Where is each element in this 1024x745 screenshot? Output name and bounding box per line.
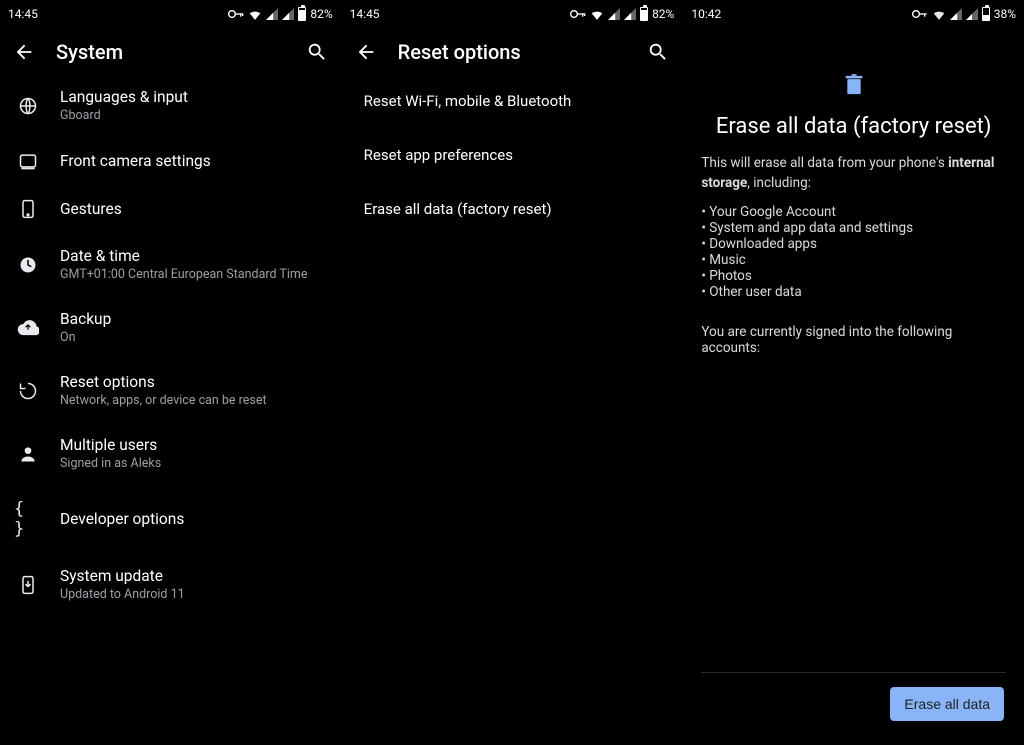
screen-system: 14:45 82% — [0, 0, 342, 745]
signal-icon — [624, 8, 636, 20]
list-item-title: Languages & input — [60, 88, 188, 106]
search-icon[interactable] — [305, 40, 329, 64]
bullet-item: Music — [701, 252, 1006, 268]
list-item-subtitle: Gboard — [60, 108, 188, 123]
list-item-title: Reset Wi-Fi, mobile & Bluetooth — [364, 92, 572, 110]
status-right: 82% — [228, 7, 332, 21]
status-bar: 14:45 82% — [342, 0, 683, 26]
list-item-title: Developer options — [60, 510, 184, 528]
back-icon[interactable] — [12, 40, 36, 64]
status-time: 14:45 — [350, 7, 380, 21]
list-item-title: Gestures — [60, 200, 122, 218]
erase-footer: Erase all data — [701, 672, 1006, 745]
battery-icon — [298, 7, 306, 21]
battery-icon — [640, 7, 648, 21]
camera-icon — [14, 151, 42, 171]
list-item[interactable]: Gestures — [0, 185, 341, 233]
app-bar: System — [0, 26, 341, 74]
list-item-title: Front camera settings — [60, 152, 211, 170]
bullet-item: Photos — [701, 268, 1006, 284]
screen-factory-reset: 10:42 38% — [683, 0, 1024, 745]
screen-reset-options: 14:45 82% — [342, 0, 684, 745]
status-time: 14:45 — [8, 7, 38, 21]
wifi-icon — [248, 8, 262, 20]
page-title: Reset options — [398, 40, 627, 64]
user-icon — [14, 444, 42, 464]
back-icon[interactable] — [354, 40, 378, 64]
list-item[interactable]: Backup On — [0, 296, 341, 359]
cloud-icon — [14, 320, 42, 336]
bullet-item: Your Google Account — [701, 204, 1006, 220]
list-item-subtitle: Signed in as Aleks — [60, 456, 161, 471]
signal-icon — [608, 8, 620, 20]
list-item[interactable]: System update Updated to Android 11 — [0, 553, 341, 616]
list-item-subtitle: On — [60, 330, 111, 345]
erase-intro-suffix: , including: — [747, 175, 811, 191]
list-item-title: System update — [60, 567, 185, 585]
erase-all-data-button[interactable]: Erase all data — [890, 687, 1004, 721]
list-item[interactable]: Reset Wi-Fi, mobile & Bluetooth — [342, 74, 683, 128]
erase-intro: This will erase all data from your phone… — [701, 153, 1006, 194]
signal-icon — [966, 8, 978, 20]
battery-pct: 38% — [994, 7, 1016, 21]
list-item[interactable]: Date & time GMT+01:00 Central European St… — [0, 233, 341, 296]
list-item-title: Erase all data (factory reset) — [364, 200, 552, 218]
vpn-key-icon — [570, 9, 586, 19]
gesture-icon — [14, 199, 42, 219]
clock-icon — [14, 255, 42, 275]
status-right: 82% — [570, 7, 674, 21]
signal-icon — [282, 8, 294, 20]
list-item[interactable]: Front camera settings — [0, 137, 341, 185]
erase-bullet-list: Your Google AccountSystem and app data a… — [701, 204, 1006, 300]
battery-pct: 82% — [652, 7, 674, 21]
list-item[interactable]: { } Developer options — [0, 485, 341, 553]
reset-options-list: Reset Wi-Fi, mobile & Bluetooth Reset app… — [342, 74, 683, 236]
bullet-item: Downloaded apps — [701, 236, 1006, 252]
vpn-key-icon — [228, 9, 244, 19]
list-item-subtitle: GMT+01:00 Central European Standard Time — [60, 267, 307, 282]
settings-list: Languages & input Gboard Front camera sett… — [0, 74, 341, 616]
erase-intro-prefix: This will erase all data from your phone… — [701, 155, 948, 171]
status-right: 38% — [912, 7, 1016, 21]
list-item-subtitle: Network, apps, or device can be reset — [60, 393, 267, 408]
list-item-title: Reset options — [60, 373, 267, 391]
globe-icon — [14, 96, 42, 116]
bullet-item: System and app data and settings — [701, 220, 1006, 236]
trash-icon — [844, 74, 864, 100]
list-item[interactable]: Erase all data (factory reset) — [342, 182, 683, 236]
battery-icon — [982, 7, 990, 21]
update-icon — [14, 575, 42, 595]
wifi-icon — [932, 8, 946, 20]
battery-pct: 82% — [310, 7, 332, 21]
reset-icon — [14, 381, 42, 401]
app-bar: Reset options — [342, 26, 683, 74]
vpn-key-icon — [912, 9, 928, 19]
list-item[interactable]: Reset options Network, apps, or device ca… — [0, 359, 341, 422]
bullet-item: Other user data — [701, 284, 1006, 300]
list-item[interactable]: Languages & input Gboard — [0, 74, 341, 137]
signal-icon — [266, 8, 278, 20]
wifi-icon — [590, 8, 604, 20]
erase-title: Erase all data (factory reset) — [716, 114, 992, 139]
list-item[interactable]: Multiple users Signed in as Aleks — [0, 422, 341, 485]
erase-content: Erase all data (factory reset) This will… — [683, 26, 1024, 745]
list-item[interactable]: Reset app preferences — [342, 128, 683, 182]
list-item-subtitle: Updated to Android 11 — [60, 587, 185, 602]
status-bar: 10:42 38% — [683, 0, 1024, 26]
braces-icon: { } — [14, 499, 42, 539]
page-title: System — [56, 40, 285, 64]
list-item-title: Multiple users — [60, 436, 161, 454]
search-icon[interactable] — [646, 40, 670, 64]
list-item-title: Backup — [60, 310, 111, 328]
status-time: 10:42 — [691, 7, 721, 21]
list-item-title: Reset app preferences — [364, 146, 513, 164]
status-bar: 14:45 82% — [0, 0, 341, 26]
signed-accounts-line: You are currently signed into the follow… — [701, 324, 1006, 356]
signal-icon — [950, 8, 962, 20]
list-item-title: Date & time — [60, 247, 307, 265]
